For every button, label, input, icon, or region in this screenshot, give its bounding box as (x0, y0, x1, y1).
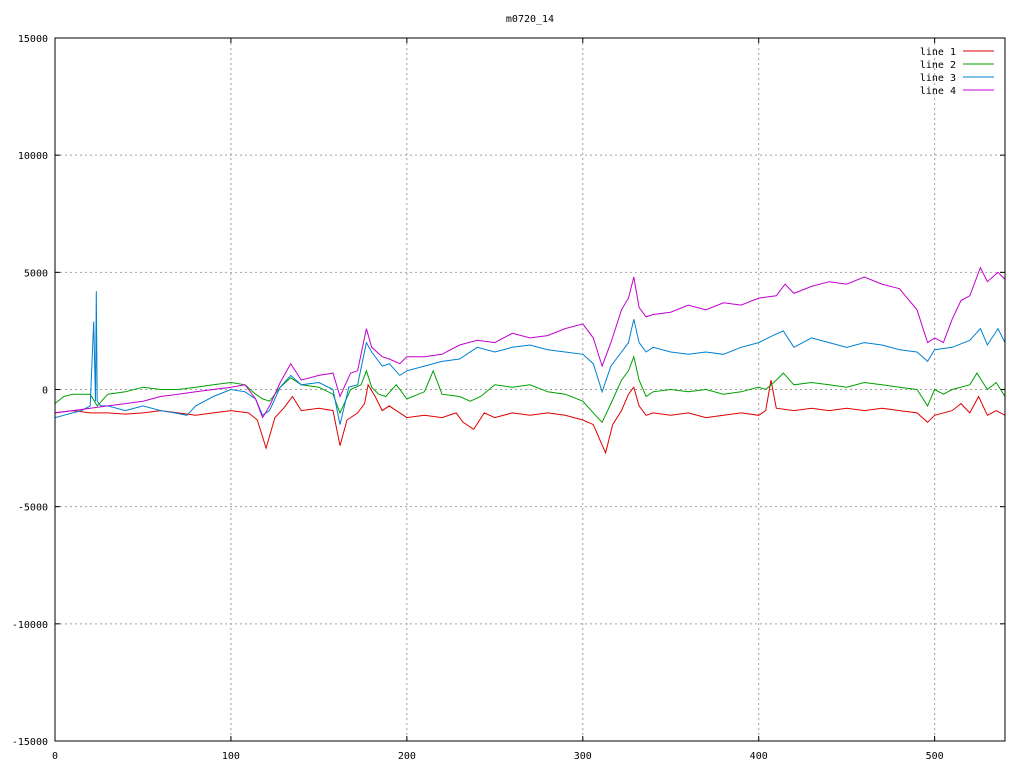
y-tick-label: -15000 (12, 737, 48, 748)
legend-label-3: line 3 (920, 73, 956, 84)
y-tick-label: 10000 (18, 151, 48, 162)
x-tick-label: 100 (222, 751, 240, 762)
chart-title: m0720_14 (506, 14, 554, 25)
x-tick-label: 500 (926, 751, 944, 762)
x-tick-label: 400 (750, 751, 768, 762)
x-tick-label: 300 (574, 751, 592, 762)
chart-background (0, 0, 1024, 768)
line-chart: m0720_14 -15000-10000-500005000100001500… (0, 0, 1024, 768)
y-tick-label: 15000 (18, 34, 48, 45)
y-tick-label: 5000 (24, 268, 48, 279)
legend-label-4: line 4 (920, 86, 956, 97)
y-tick-label: -10000 (12, 620, 48, 631)
y-tick-label: -5000 (18, 503, 48, 514)
legend-label-1: line 1 (920, 47, 956, 58)
x-tick-label: 200 (398, 751, 416, 762)
y-tick-label: 0 (42, 386, 48, 397)
x-tick-label: 0 (52, 751, 58, 762)
legend-label-2: line 2 (920, 60, 956, 71)
